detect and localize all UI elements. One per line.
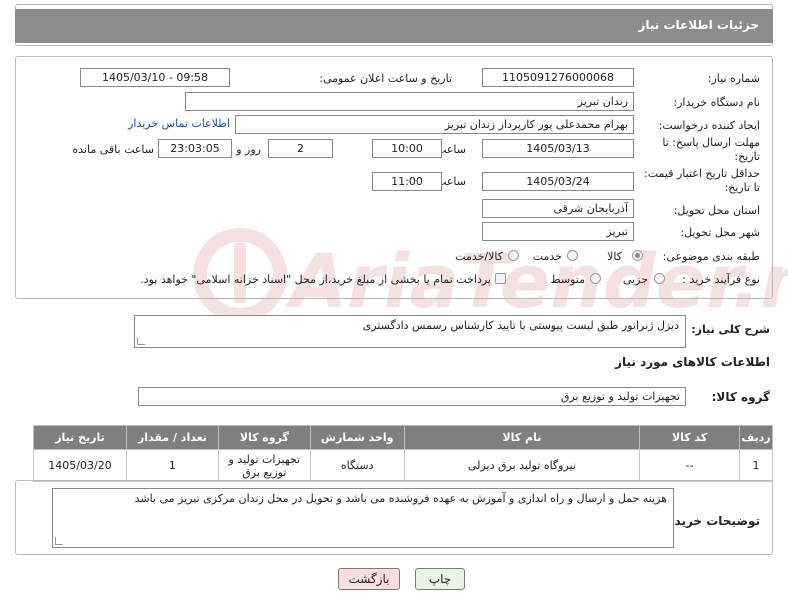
price-validity-label: حداقل تاریخ اعتبار قیمت: تا تاریخ: (644, 167, 760, 194)
need-number-field: 1105091276000068 (482, 68, 634, 87)
reply-date-field: 1405/03/13 (482, 139, 634, 158)
category-radio-goods[interactable] (632, 250, 643, 261)
province-label: استان محل تحویل: (673, 204, 760, 217)
goods-group-label: گروه کالا: (711, 390, 770, 404)
reply-deadline-label: مهلت ارسال پاسخ: تا تاریخ: (662, 136, 760, 163)
cell-group: تجهیزات تولید و توزیع برق (217, 449, 311, 482)
reply-time-field: 10:00 (372, 139, 442, 158)
announce-field: 1405/03/10 - 09:58 (80, 68, 230, 87)
category-radio-service[interactable] (567, 250, 578, 261)
process-type-label: نوع فرآیند خرید : (682, 273, 760, 286)
process-radio-medium[interactable] (590, 273, 601, 284)
cell-row: 1 (739, 449, 773, 482)
buyer-field: زندان تبریز (185, 92, 634, 111)
cell-qty: 1 (126, 449, 219, 482)
cell-unit: دستگاه (309, 449, 405, 482)
header-bar: جزئیات اطلاعات نیاز (15, 9, 773, 43)
validity-time-field: 11:00 (372, 172, 442, 191)
resize-grip-icon[interactable] (137, 337, 145, 345)
reply-days-field: 2 (268, 139, 333, 158)
category-option-goods-service: کالا/خدمت (455, 250, 503, 263)
col-row: ردیف (739, 425, 773, 450)
goods-table-header: ردیف کد کالا نام کالا واحد شمارش گروه کا… (33, 425, 773, 450)
description-text: دیزل ژنراتور طبق لیست پیوستی با تایید کا… (362, 319, 679, 332)
category-option-goods: کالا (607, 250, 622, 263)
city-label: شهر محل تحویل: (680, 226, 760, 239)
page-title: جزئیات اطلاعات نیاز (638, 18, 759, 32)
col-group: گروه کالا (217, 425, 311, 450)
category-label: طبقه بندی موضوعی: (662, 250, 760, 263)
treasury-payment-checkbox[interactable] (495, 273, 506, 284)
print-button[interactable]: چاپ (415, 568, 465, 590)
process-option-medium: متوسط (550, 273, 585, 286)
remaining-label: ساعت باقی مانده (72, 143, 154, 156)
description-textarea: دیزل ژنراتور طبق لیست پیوستی با تایید کا… (134, 315, 686, 348)
col-date: تاریخ نیاز (33, 425, 127, 450)
announce-label: تاریخ و ساعت اعلان عمومی: (319, 72, 452, 85)
resize-grip-icon[interactable] (55, 537, 63, 545)
col-name: نام کالا (403, 425, 641, 450)
buyer-notes-text: هزینه حمل و ارسال و راه اندازی و آموزش ب… (134, 492, 667, 505)
buyer-notes-textarea: هزینه حمل و ارسال و راه اندازی و آموزش ب… (52, 488, 674, 548)
buyer-label: نام دستگاه خریدار: (673, 96, 760, 109)
need-number-label: شماره نیاز: (707, 72, 760, 85)
col-code: کد کالا (639, 425, 741, 450)
province-field: آذربایجان شرقی (482, 199, 634, 218)
days-label: روز و (236, 143, 261, 156)
goods-section-title: اطلاعات کالاهای مورد نیاز (615, 355, 770, 369)
contact-buyer-link[interactable]: اطلاعات تماس خریدار (128, 117, 230, 130)
back-button[interactable]: بازگشت (338, 568, 400, 590)
col-qty: تعداد / مقدار (126, 425, 219, 450)
description-label: شرح کلی نیاز: (691, 323, 770, 336)
goods-group-field: تجهیزات تولید و توزیع برق (138, 387, 686, 406)
validity-date-field: 1405/03/24 (482, 172, 634, 191)
remaining-time-field: 23:03:05 (158, 139, 232, 158)
category-radio-goods-service[interactable] (508, 250, 519, 261)
treasury-payment-note: پرداخت تمام یا بخشی از مبلغ خرید،از محل … (140, 273, 491, 286)
creator-field: بهرام محمدعلی پور کارپرداز زندان تبریز (235, 115, 634, 134)
process-radio-minor[interactable] (654, 273, 665, 284)
cell-date: 1405/03/20 (33, 449, 127, 482)
city-field: تبریز (482, 222, 634, 241)
table-row: 1 -- نیروگاه تولید برق دیزلی دستگاه تجهی… (33, 449, 773, 482)
category-option-service: خدمت (532, 250, 562, 263)
col-unit: واحد شمارش (309, 425, 405, 450)
cell-name: نیروگاه تولید برق دیزلی (403, 449, 641, 482)
cell-code: -- (639, 449, 741, 482)
creator-label: ایجاد کننده درخواست: (658, 119, 760, 132)
goods-table: ردیف کد کالا نام کالا واحد شمارش گروه کا… (33, 425, 773, 482)
process-option-minor: جزیی (622, 273, 648, 286)
